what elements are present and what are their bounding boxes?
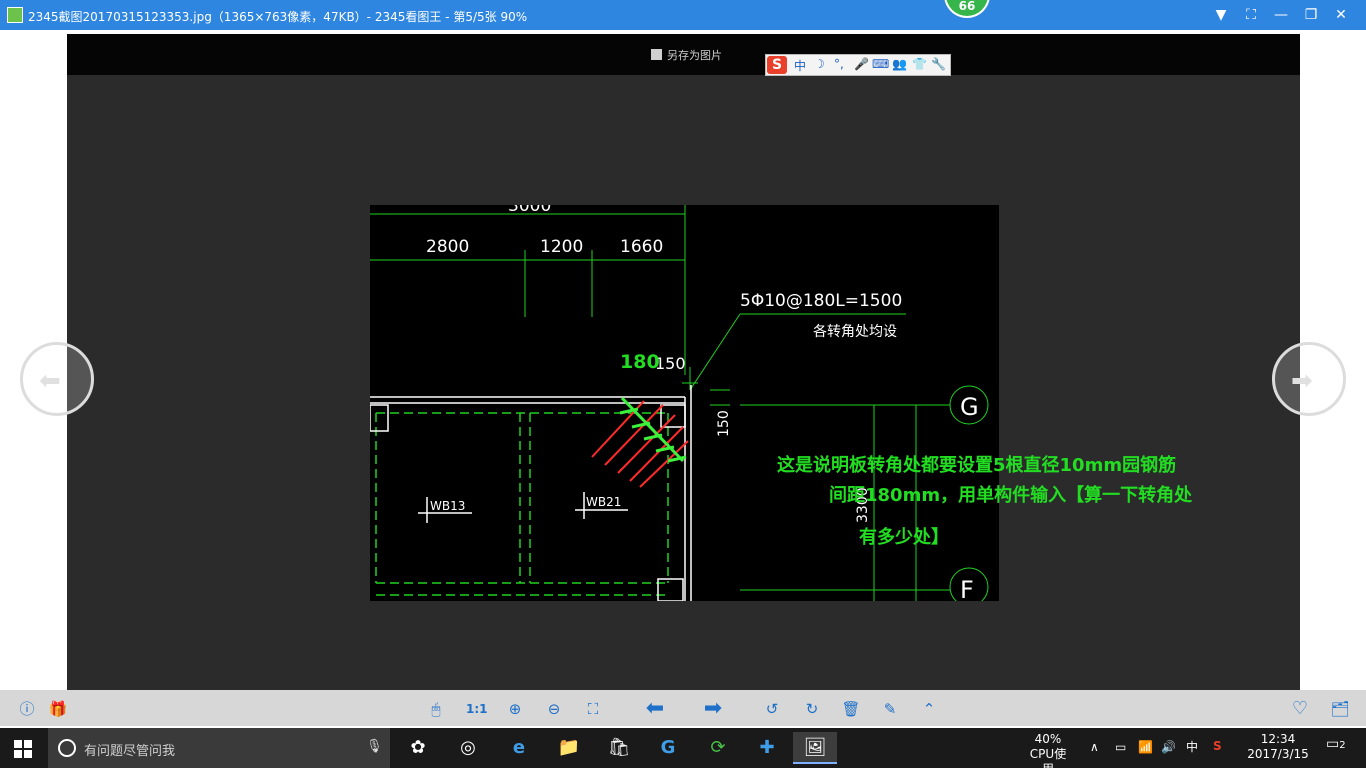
edit-icon[interactable]: ✎ (880, 699, 900, 719)
arrow-right-icon: ➡ (1291, 366, 1313, 396)
fullscreen-button[interactable]: ⛶ (1241, 5, 1261, 25)
ime-skin-icon[interactable]: 👕 (912, 57, 927, 71)
ime-moon-icon[interactable]: ☽ (814, 57, 825, 71)
save-as-image-button[interactable]: 另存为图片 (651, 47, 722, 63)
dim-1660: 1660 (620, 237, 663, 257)
store-icon[interactable]: 🛍 (597, 732, 641, 764)
notification-count: 2 (1339, 740, 1346, 751)
annotation-line-3: 有多少处】 (859, 527, 949, 548)
clock-time: 12:34 (1260, 732, 1296, 746)
next-arrow-icon[interactable]: ➡ (698, 698, 728, 720)
score-badge[interactable]: 66 (944, 0, 990, 18)
save-as-label: 另存为图片 (667, 49, 722, 62)
viewer-top-bar: 另存为图片 (67, 34, 1300, 75)
minimize-button[interactable]: — (1271, 5, 1291, 25)
ime-keyboard-icon[interactable]: ⌨ (872, 57, 889, 71)
zoom-in-icon[interactable]: ⊕ (505, 699, 525, 719)
taskbar-clock[interactable]: 12:34 2017/3/15 (1242, 732, 1314, 762)
clock-date: 2017/3/15 (1247, 747, 1309, 761)
ime-chinese-mode[interactable]: 中 (794, 57, 806, 74)
glodon-app-icon[interactable]: G (646, 732, 690, 764)
annotation-line-1: 这是说明板转角处都要设置5根直径10mm园钢筋 (777, 455, 1177, 476)
dim-3000: 3000 (508, 205, 551, 216)
menu-dropdown-button[interactable]: ▼ (1211, 5, 1231, 25)
taskbar-app-1[interactable]: ✿ (396, 732, 440, 764)
next-image-button[interactable]: ➡ (1272, 342, 1346, 416)
browser-360-icon[interactable]: ⟳ (696, 732, 740, 764)
delete-icon[interactable]: 🗑 (841, 699, 861, 719)
viewer-toolbar: ⓘ 🎁 🖱 1:1 ⊕ ⊖ ⛶ ⬅ ➡ ↺ ↻ 🗑 ✎ ⌃ ♡ 🗂 (0, 690, 1366, 726)
slab-label-wb13: WB13 (430, 499, 465, 513)
gift-icon[interactable]: 🎁 (48, 699, 68, 719)
rebar-note: 各转角处均设 (813, 324, 897, 340)
microphone-icon[interactable]: 🎙 (366, 739, 383, 754)
ime-mic-icon[interactable]: 🎤 (854, 57, 869, 71)
dim-150-side: 150 (716, 410, 732, 437)
folder-icon[interactable]: 🗂 (1330, 699, 1350, 719)
notification-center-icon[interactable]: ▭2 (1326, 737, 1346, 753)
image-viewer-task-icon[interactable]: 🖼 (793, 732, 837, 764)
cpu-label: CPU使用 (1029, 747, 1067, 776)
close-button[interactable]: ✕ (1331, 5, 1351, 25)
tray-ime-mode[interactable]: 中 (1186, 740, 1198, 755)
ime-tools-icon[interactable]: 🔧 (931, 57, 946, 71)
previous-arrow-icon[interactable]: ⬅ (640, 698, 670, 720)
ime-toolbar[interactable]: S 中 ☽ °, 🎤 ⌨ 👥 👕 🔧 (765, 54, 951, 76)
rebar-spec-label: 5Φ10@180L=1500 (740, 291, 902, 311)
app-icon (7, 7, 23, 23)
title-bar: 2345截图20170315123353.jpg（1365×763像素，47KB… (0, 0, 1366, 30)
app-plus-icon[interactable]: ✚ (745, 732, 789, 764)
windows-start-icon[interactable] (14, 740, 32, 758)
info-icon[interactable]: ⓘ (17, 699, 37, 719)
ime-punct-icon[interactable]: °, (834, 57, 844, 71)
slab-label-wb21: WB21 (586, 495, 621, 509)
dim-2800: 2800 (426, 237, 469, 257)
tray-volume-icon[interactable]: 🔊 (1161, 740, 1176, 755)
tray-chevron-icon[interactable]: ∧ (1090, 740, 1099, 755)
restore-button[interactable]: ❐ (1301, 5, 1321, 25)
window-title: 2345截图20170315123353.jpg（1365×763像素，47KB… (28, 10, 528, 24)
rotate-left-icon[interactable]: ↺ (762, 699, 782, 719)
annotation-180: 180 (620, 351, 660, 373)
fit-window-icon[interactable]: ⛶ (583, 699, 603, 719)
axis-label-f: F (960, 576, 974, 601)
axis-label-g: G (960, 393, 979, 421)
edge-browser-icon[interactable]: e (497, 732, 541, 764)
heart-icon[interactable]: ♡ (1290, 699, 1310, 719)
taskbar-app-2[interactable]: ◎ (446, 732, 490, 764)
cpu-usage: 40% CPU使用 (1028, 732, 1068, 777)
sogou-logo-icon[interactable]: S (767, 56, 787, 74)
rotate-right-icon[interactable]: ↻ (802, 699, 822, 719)
file-explorer-icon[interactable]: 📁 (547, 732, 591, 764)
search-placeholder: 有问题尽管问我 (84, 744, 176, 759)
actual-size-button[interactable]: 1:1 (466, 699, 488, 719)
mouse-mode-icon[interactable]: 🖱 (426, 699, 446, 719)
disk-icon (651, 49, 662, 60)
previous-image-button[interactable]: ⬅ (20, 342, 94, 416)
windows-taskbar: 有问题尽管问我 🎙 ✿ ◎ e 📁 🛍 G ⟳ ✚ 🖼 40% CPU使用 ∧ … (0, 728, 1366, 776)
tray-network-icon[interactable]: 📶 (1138, 740, 1153, 755)
arrow-left-icon: ⬅ (39, 366, 61, 396)
cpu-percent: 40% (1034, 732, 1062, 746)
expand-up-icon[interactable]: ⌃ (919, 699, 939, 719)
cortana-icon (58, 739, 76, 757)
ime-users-icon[interactable]: 👥 (892, 57, 907, 71)
tray-sogou-icon[interactable]: S (1213, 739, 1222, 754)
zoom-out-icon[interactable]: ⊖ (544, 699, 564, 719)
taskbar-search-box[interactable]: 有问题尽管问我 🎙 (48, 728, 390, 768)
tray-battery-icon[interactable]: ▭ (1115, 740, 1126, 755)
annotation-line-2: 间距180mm，用单构件输入【算一下转角处 (829, 485, 1193, 506)
dim-1200: 1200 (540, 237, 583, 257)
